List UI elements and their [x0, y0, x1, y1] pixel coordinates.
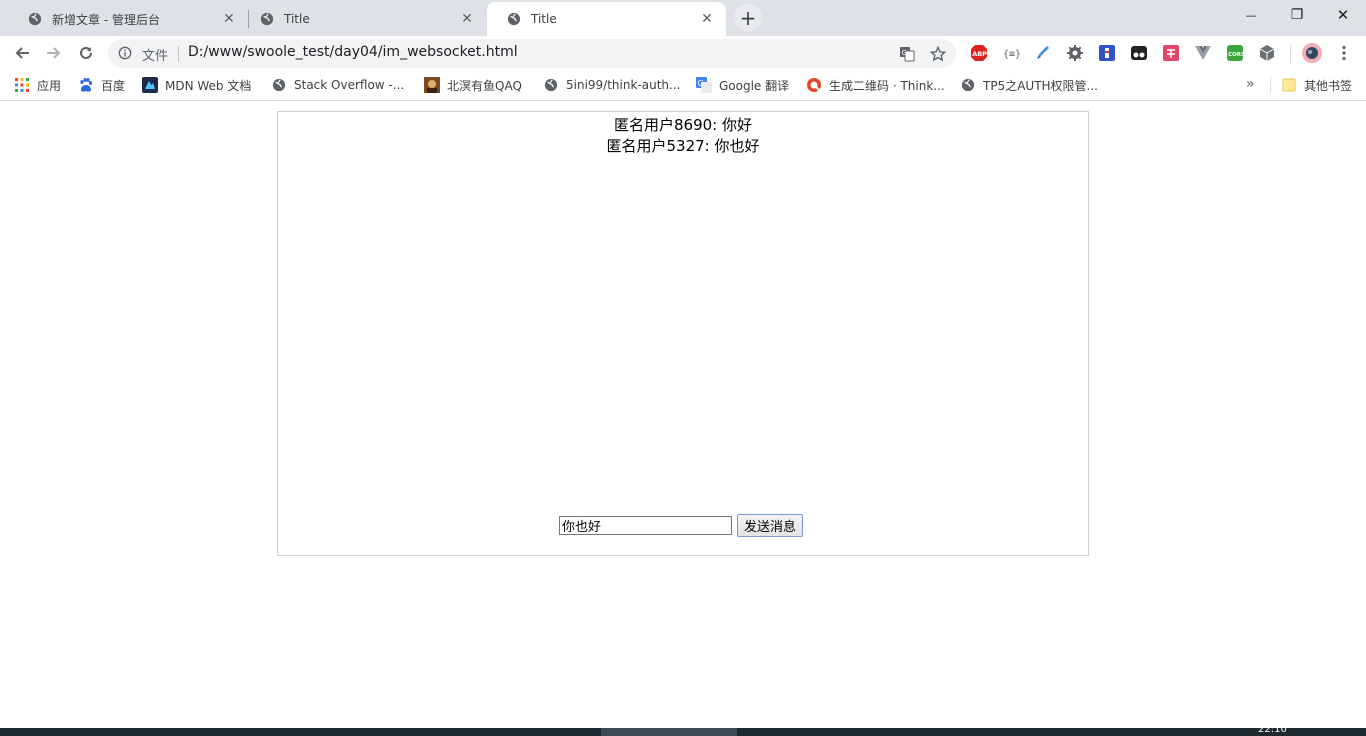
svg-text:G: G [698, 79, 704, 88]
tab-title: Title [284, 12, 310, 26]
back-arrow-icon [15, 47, 29, 59]
file-chip: 文件 [142, 49, 169, 64]
bookmark-qrcode[interactable]: 生成二维码 · Think... [806, 76, 945, 94]
send-message-button[interactable]: 发送消息 [737, 513, 804, 537]
bookmark-beiming[interactable]: 北溟有鱼QAQ [424, 76, 522, 94]
message-input[interactable] [559, 515, 732, 535]
bookmark-apps[interactable]: 应用 [14, 76, 61, 94]
url-text[interactable]: D:/www/swoole_test/day04/im_websocket.ht… [188, 44, 518, 60]
forward-arrow-icon [47, 47, 61, 59]
bookmark-label: 应用 [37, 78, 62, 93]
chip-divider [178, 46, 179, 62]
rocket-icon[interactable] [1033, 43, 1053, 63]
tab-title-active[interactable]: Title ✕ [487, 2, 726, 36]
bookmark-label: 百度 [101, 78, 126, 93]
close-tab-icon[interactable]: ✕ [458, 10, 476, 28]
bookmark-star-icon[interactable] [929, 45, 947, 63]
svg-text:{≡}: {≡} [1003, 49, 1020, 60]
tab-manage-backend[interactable]: 新增文章 - 管理后台 ✕ [8, 2, 248, 36]
minimize-button[interactable]: — [1228, 0, 1274, 30]
adblock-plus-icon[interactable]: ABP [969, 43, 989, 63]
folder-icon [1281, 77, 1297, 93]
svg-text:ABP: ABP [972, 50, 987, 58]
info-icon[interactable] [118, 46, 132, 60]
bookmark-label: 北溟有鱼QAQ [447, 78, 522, 93]
tab-strip: 新增文章 - 管理后台 ✕ Title ✕ Title ✕ + — ❐ ✕ [0, 0, 1366, 36]
json-viewer-icon[interactable]: {≡} [1001, 43, 1021, 63]
restore-button[interactable]: ❐ [1274, 0, 1320, 30]
reload-icon [80, 46, 92, 59]
other-bookmarks-folder[interactable]: 其他书签 [1281, 76, 1352, 94]
bookmark-label: TP5之AUTH权限管... [983, 78, 1098, 93]
blue-square-extension-icon[interactable] [1097, 43, 1117, 63]
bookmark-label: 生成二维码 · Think... [829, 78, 945, 93]
globe-icon [543, 77, 559, 93]
profile-avatar-icon[interactable] [1301, 42, 1323, 64]
close-tab-icon[interactable]: ✕ [698, 10, 716, 28]
globe-icon [507, 12, 521, 26]
qr-tool-icon [806, 77, 822, 93]
apps-grid-icon [14, 77, 30, 93]
globe-icon [271, 77, 287, 93]
menu-kebab-icon[interactable] [1334, 43, 1354, 63]
bookmark-label: Google 翻译 [719, 78, 790, 93]
svg-text:CORS: CORS [1228, 52, 1244, 58]
bookmark-label: 5ini99/think-auth... [566, 78, 681, 92]
google-translate-icon: G [696, 77, 712, 93]
bookmarks-bar: 应用 百度 MDN Web 文档 Stack Overflow -... 北溟有… [0, 70, 1366, 101]
bookmark-tp5-auth[interactable]: TP5之AUTH权限管... [960, 76, 1098, 94]
vue-devtools-icon[interactable] [1193, 43, 1213, 63]
taskbar-clock: 22:10 [1258, 724, 1287, 735]
message-composer: 发送消息 [559, 513, 804, 537]
baidu-paw-icon [78, 77, 94, 93]
os-taskbar: 22:10 [0, 724, 1366, 736]
bookmark-think-auth[interactable]: 5ini99/think-auth... [543, 76, 680, 94]
other-bookmarks-label: 其他书签 [1304, 78, 1353, 93]
browser-toolbar: 文件 D:/www/swoole_test/day04/im_websocket… [0, 36, 1366, 70]
chat-message: 匿名用户5327: 你也好 [606, 137, 760, 155]
avatar-icon [424, 77, 440, 93]
cube-extension-icon[interactable] [1257, 43, 1277, 63]
tab-title-1[interactable]: Title ✕ [240, 2, 486, 36]
chat-panel: 匿名用户8690: 你好 匿名用户5327: 你也好 发送消息 [277, 111, 1089, 556]
taskbar-active-app[interactable] [601, 728, 737, 736]
bookmark-label: MDN Web 文档 [165, 78, 252, 93]
new-tab-button[interactable]: + [734, 4, 762, 32]
svg-text:G: G [902, 49, 907, 57]
message-list: 匿名用户8690: 你好 匿名用户5327: 你也好 [278, 115, 1088, 157]
mdn-icon [142, 77, 158, 93]
gear-extension-icon[interactable] [1065, 43, 1085, 63]
address-bar[interactable]: 文件 D:/www/swoole_test/day04/im_websocket… [108, 39, 956, 68]
globe-icon [28, 12, 42, 26]
forward-button[interactable] [40, 39, 68, 67]
bookmark-label: Stack Overflow -... [294, 78, 405, 92]
tab-title: Title [531, 12, 557, 26]
tampermonkey-icon[interactable] [1129, 43, 1149, 63]
more-bookmarks-chevron-icon[interactable]: » [1246, 76, 1255, 92]
bookmark-stackoverflow[interactable]: Stack Overflow -... [271, 76, 404, 94]
pink-extension-icon[interactable] [1161, 43, 1181, 63]
tab-title: 新增文章 - 管理后台 [52, 12, 160, 27]
bookmark-baidu[interactable]: 百度 [78, 76, 125, 94]
bookmark-mdn[interactable]: MDN Web 文档 [142, 76, 251, 94]
close-tab-icon[interactable]: ✕ [220, 10, 238, 28]
chat-message: 匿名用户8690: 你好 [614, 116, 752, 134]
globe-icon [260, 12, 274, 26]
globe-icon [960, 77, 976, 93]
cors-icon[interactable]: CORS [1225, 43, 1245, 63]
bookmark-google-translate[interactable]: G Google 翻译 [696, 76, 789, 94]
back-button[interactable] [8, 39, 36, 67]
toolbar-divider [1290, 45, 1291, 63]
close-window-button[interactable]: ✕ [1320, 0, 1366, 30]
bookmarks-divider [1270, 77, 1271, 93]
translate-icon[interactable]: G [898, 45, 916, 63]
reload-button[interactable] [72, 39, 100, 67]
